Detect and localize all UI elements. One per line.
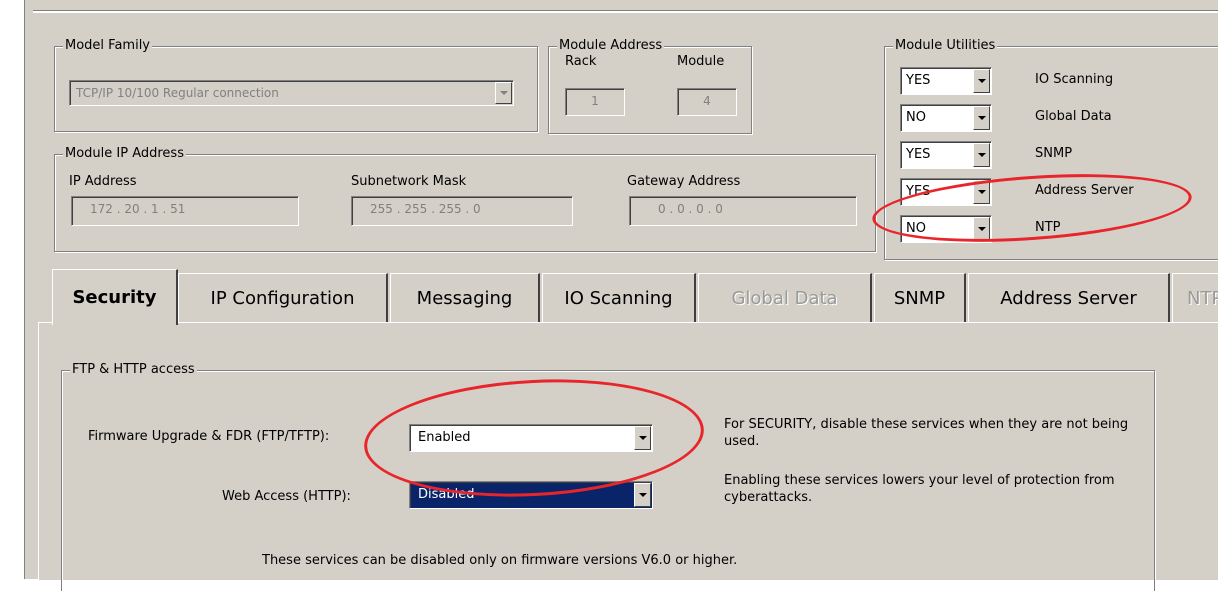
utility-select[interactable]: NO	[900, 104, 992, 132]
tab-io-scanning[interactable]: IO Scanning	[542, 273, 696, 323]
web-access-select[interactable]: Disabled	[409, 481, 653, 509]
utility-dropdown-button[interactable]	[973, 69, 990, 93]
tab-address-server[interactable]: Address Server	[968, 273, 1170, 323]
subnetwork-mask-label: Subnetwork Mask	[351, 174, 467, 189]
utility-dropdown-button[interactable]	[973, 143, 990, 167]
ip-address-label: IP Address	[69, 174, 137, 189]
model-family-value: TCP/IP 10/100 Regular connection	[76, 86, 279, 100]
module-ip-group: Module IP Address IP Address Subnetwork …	[54, 146, 876, 252]
security-note-1: For SECURITY, disable these services whe…	[724, 417, 1129, 449]
ip-address-value: 172 . 20 . 1 . 51	[90, 202, 186, 216]
chevron-down-icon	[977, 153, 986, 157]
gateway-address-field[interactable]: 0 . 0 . 0 . 0	[629, 196, 857, 226]
gateway-address-value: 0 . 0 . 0 . 0	[658, 202, 723, 216]
firmware-version-footer: These services can be disabled only on f…	[262, 553, 738, 568]
security-note-2: Enabling these services lowers your leve…	[724, 473, 1115, 505]
utility-dropdown-button[interactable]	[973, 180, 990, 204]
model-family-group: Model Family TCP/IP 10/100 Regular conne…	[54, 38, 538, 132]
module-utilities-group: Module Utilities YES IO Scanning NO Global …	[884, 38, 1218, 260]
chevron-down-icon	[977, 79, 986, 83]
subnetwork-mask-field[interactable]: 255 . 255 . 255 . 0	[351, 196, 573, 226]
tab-global-data[interactable]: Global Data	[698, 273, 872, 323]
module-field[interactable]: 4	[677, 88, 737, 116]
tab-messaging[interactable]: Messaging	[390, 273, 540, 323]
utility-value: YES	[906, 184, 931, 199]
chevron-down-icon	[499, 91, 508, 95]
utility-value: YES	[906, 73, 931, 88]
firmware-upgrade-select[interactable]: Enabled	[409, 424, 653, 452]
top-border	[33, 10, 1218, 13]
subnetwork-mask-value: 255 . 255 . 255 . 0	[370, 202, 481, 216]
config-window: Model Family TCP/IP 10/100 Regular conne…	[0, 0, 1218, 591]
ip-address-field[interactable]: 172 . 20 . 1 . 51	[71, 196, 299, 226]
left-border	[24, 0, 34, 579]
web-access-label: Web Access (HTTP):	[222, 489, 351, 504]
utility-select[interactable]: YES	[900, 67, 992, 95]
left-margin	[0, 0, 24, 579]
gateway-address-label: Gateway Address	[627, 174, 741, 189]
module-utilities-title: Module Utilities	[893, 38, 998, 54]
rack-value: 1	[591, 94, 599, 108]
utility-dropdown-button[interactable]	[973, 106, 990, 130]
utility-label: NTP	[1035, 220, 1061, 235]
firmware-upgrade-dropdown-button[interactable]	[634, 426, 651, 450]
utility-value: NO	[906, 110, 926, 125]
module-label: Module	[677, 54, 725, 69]
chevron-down-icon	[977, 227, 986, 231]
tab-ntp[interactable]: NTP	[1172, 273, 1218, 323]
utility-select[interactable]: YES	[900, 141, 992, 169]
chevron-down-icon	[638, 436, 647, 440]
utility-value: NO	[906, 221, 926, 236]
module-address-title: Module Address	[557, 38, 665, 54]
module-ip-title: Module IP Address	[63, 146, 186, 162]
model-family-dropdown-button[interactable]	[495, 82, 512, 104]
utility-label: SNMP	[1035, 146, 1073, 161]
web-access-value: Disabled	[418, 487, 475, 502]
chevron-down-icon	[977, 116, 986, 120]
model-family-select[interactable]: TCP/IP 10/100 Regular connection	[69, 80, 514, 106]
tab-security[interactable]: Security	[52, 269, 178, 325]
utility-select[interactable]: NO	[900, 215, 992, 243]
model-family-title: Model Family	[63, 38, 152, 54]
utility-dropdown-button[interactable]	[973, 217, 990, 241]
firmware-upgrade-value: Enabled	[418, 430, 471, 445]
tab-ip-configuration[interactable]: IP Configuration	[178, 273, 388, 323]
utility-label: Global Data	[1035, 109, 1112, 124]
firmware-upgrade-label: Firmware Upgrade & FDR (FTP/TFTP):	[88, 429, 330, 444]
tab-snmp[interactable]: SNMP	[874, 273, 966, 323]
utility-select[interactable]: YES	[900, 178, 992, 206]
web-access-dropdown-button[interactable]	[634, 483, 651, 507]
utility-label: IO Scanning	[1035, 72, 1114, 87]
security-tab-panel: FTP & HTTP access Firmware Upgrade & FDR…	[38, 322, 1218, 591]
rack-field[interactable]: 1	[565, 88, 625, 116]
rack-label: Rack	[565, 54, 597, 69]
utility-value: YES	[906, 147, 931, 162]
chevron-down-icon	[638, 493, 647, 497]
ftp-http-title: FTP & HTTP access	[70, 362, 197, 378]
module-value: 4	[703, 94, 711, 108]
module-address-group: Module Address Rack Module 1 4	[548, 38, 752, 134]
ftp-http-group: FTP & HTTP access Firmware Upgrade & FDR…	[61, 362, 1155, 591]
chevron-down-icon	[977, 190, 986, 194]
utility-label: Address Server	[1035, 183, 1134, 198]
